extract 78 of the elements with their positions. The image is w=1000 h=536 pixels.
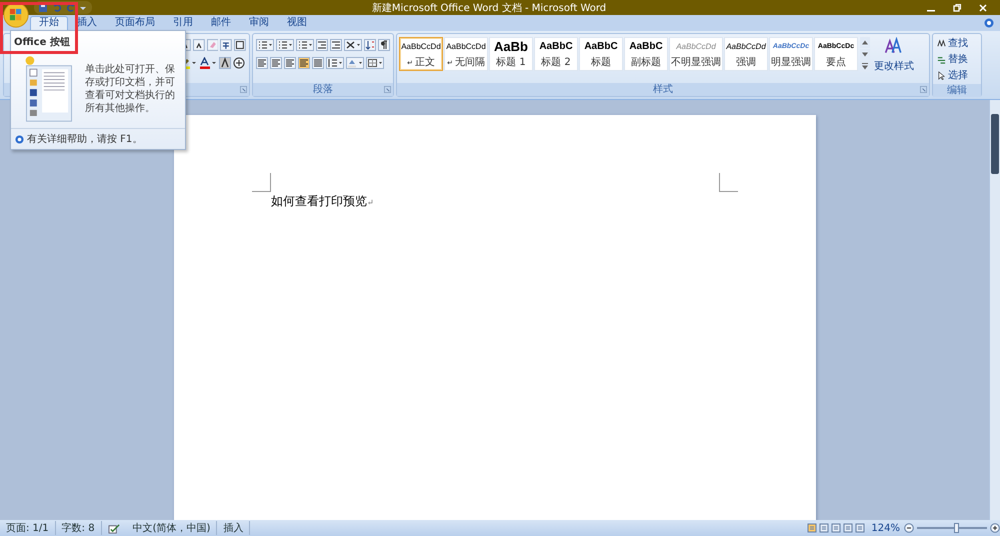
style-option[interactable]: AaBbCcDd 强调	[724, 37, 768, 71]
list-icon[interactable]	[256, 39, 274, 51]
editing-command[interactable]: 查找	[935, 35, 979, 51]
line-spacing-icon[interactable]	[326, 57, 344, 69]
view-icon[interactable]	[819, 523, 830, 533]
ribbon-tab[interactable]: 审阅	[240, 16, 278, 31]
zoom-level[interactable]: 124%	[871, 522, 900, 534]
help-icon[interactable]	[984, 18, 994, 28]
styles-icon	[884, 37, 904, 55]
window-title: 新建Microsoft Office Word 文档 - Microsoft Word	[372, 2, 606, 14]
align-icon[interactable]	[256, 57, 268, 69]
view-icon[interactable]	[855, 523, 866, 533]
shrink-font-icon[interactable]	[192, 39, 205, 51]
find-icon	[937, 38, 946, 48]
ribbon-tab[interactable]: 邮件	[202, 16, 240, 31]
cursor-icon	[937, 70, 946, 80]
view-icon[interactable]	[831, 523, 842, 533]
restore-icon[interactable]	[952, 2, 962, 12]
tooltip-title: Office 按钮	[13, 36, 71, 49]
ribbon-tab[interactable]: 插入	[68, 16, 106, 31]
crop-mark	[252, 173, 271, 192]
asian-layout-icon[interactable]	[344, 39, 362, 51]
dialog-launcher-icon[interactable]	[384, 86, 391, 93]
page-count[interactable]: 页面: 1/1	[0, 521, 56, 535]
group-label: 样式	[397, 83, 929, 96]
editing-command[interactable]: 选择	[935, 67, 979, 83]
dialog-launcher-icon[interactable]	[920, 86, 927, 93]
style-option[interactable]: AaBbC 标题 2	[534, 37, 578, 71]
proofing-icon[interactable]	[108, 522, 121, 534]
zoom-slider-thumb[interactable]	[954, 523, 958, 533]
tooltip-help-text: 有关详细帮助，请按 F1。	[27, 132, 142, 146]
change-styles-button[interactable]: 更改样式	[872, 37, 916, 83]
zoom-in-icon[interactable]	[990, 523, 1000, 533]
style-option[interactable]: AaBbCcDd 不明显强调	[669, 37, 723, 71]
font-color-icon[interactable]	[199, 57, 217, 69]
sort-icon[interactable]	[364, 39, 376, 51]
char-border-icon[interactable]	[234, 39, 246, 51]
editing-command[interactable]: 替换	[935, 51, 979, 67]
list-icon[interactable]	[276, 39, 294, 51]
style-option[interactable]: AaBb 标题 1	[489, 37, 533, 71]
group-label: 编辑	[933, 84, 981, 97]
pilcrow-icon[interactable]	[378, 39, 390, 51]
tooltip-description: 单击此处可打开、保存或打印文档，并可查看可对文档执行的所有其他操作。	[85, 63, 176, 116]
distribute-icon[interactable]	[312, 57, 324, 69]
indent-icon[interactable]	[330, 39, 342, 51]
close-icon[interactable]	[978, 2, 988, 12]
group-label: 段落	[253, 83, 393, 96]
zoom-out-icon[interactable]	[904, 523, 914, 533]
phonetic-icon[interactable]	[220, 39, 232, 51]
crop-mark	[719, 173, 738, 192]
document-text: 如何查看打印预览↵	[271, 193, 374, 210]
scroll-down-icon[interactable]	[860, 49, 870, 60]
view-icon[interactable]	[807, 523, 818, 533]
style-option[interactable]: AaBbC 副标题	[624, 37, 668, 71]
enclose-char-icon[interactable]	[233, 57, 245, 69]
help-icon	[15, 134, 24, 144]
language-indicator[interactable]: 中文(简体，中国)	[126, 521, 218, 535]
insert-mode[interactable]: 插入	[217, 521, 250, 535]
vertical-scrollbar[interactable]	[989, 100, 1000, 520]
char-shading-icon[interactable]	[219, 57, 231, 69]
align-icon[interactable]	[298, 57, 310, 69]
ribbon-tab[interactable]: 视图	[278, 16, 316, 31]
replace-icon	[937, 54, 946, 64]
scroll-up-icon[interactable]	[860, 37, 870, 48]
align-icon[interactable]	[270, 57, 282, 69]
style-option[interactable]: AaBbC 标题	[579, 37, 623, 71]
dropdown-icon[interactable]	[80, 4, 86, 10]
word-count[interactable]: 字数: 8	[56, 521, 102, 535]
align-icon[interactable]	[284, 57, 296, 69]
list-icon[interactable]	[296, 39, 314, 51]
office-logo-icon[interactable]	[3, 2, 29, 28]
border-icon[interactable]	[366, 57, 384, 69]
ribbon-tab[interactable]: 页面布局	[106, 16, 164, 31]
indent-icon[interactable]	[316, 39, 328, 51]
view-icon[interactable]	[843, 523, 854, 533]
ribbon-tab[interactable]: 引用	[164, 16, 202, 31]
ribbon-tab[interactable]: 开始	[30, 16, 68, 31]
dialog-launcher-icon[interactable]	[240, 86, 247, 93]
